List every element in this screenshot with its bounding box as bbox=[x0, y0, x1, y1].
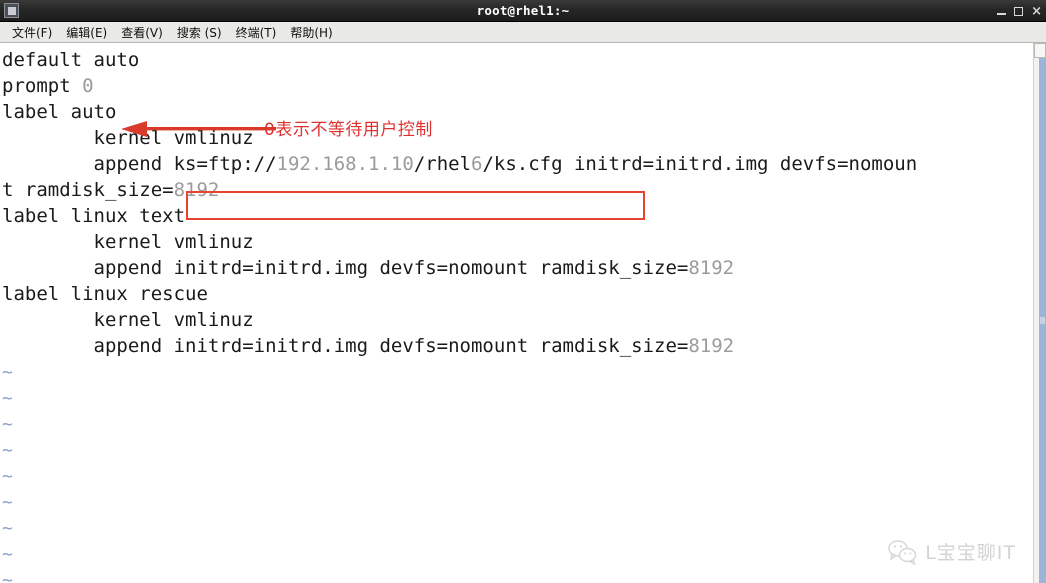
terminal-text-segment: append ks=ftp:// bbox=[2, 153, 277, 175]
terminal-line: label linux text bbox=[2, 203, 1046, 229]
terminal-line: append ks=ftp://192.168.1.10/rhel6/ks.cf… bbox=[2, 151, 1046, 177]
close-icon[interactable]: × bbox=[1031, 5, 1042, 18]
window-titlebar: root@rhel1:~ × bbox=[0, 0, 1046, 22]
terminal-text-segment: default auto bbox=[2, 49, 140, 71]
menu-item-0[interactable]: 文件(F) bbox=[5, 23, 59, 42]
scrollbar-marker bbox=[1040, 317, 1045, 324]
terminal-text-segment: kernel vmlinuz bbox=[2, 127, 254, 149]
terminal-line: kernel vmlinuz bbox=[2, 229, 1046, 255]
terminal-line: ~ bbox=[2, 489, 1046, 515]
terminal-text-segment: ~ bbox=[2, 492, 13, 513]
terminal-line: kernel vmlinuz bbox=[2, 125, 1046, 151]
terminal-text-segment: kernel vmlinuz bbox=[2, 231, 254, 253]
terminal-line: default auto bbox=[2, 47, 1046, 73]
terminal-text-segment: 192.168.1.10 bbox=[276, 153, 414, 175]
terminal-text-segment: /ks.cfg initrd=initrd.img devfs=nomoun bbox=[482, 153, 918, 175]
terminal-text-segment: 8192 bbox=[688, 257, 735, 279]
terminal-text-segment: label linux rescue bbox=[2, 283, 208, 305]
terminal-line: ~ bbox=[2, 411, 1046, 437]
terminal-line: append initrd=initrd.img devfs=nomount r… bbox=[2, 333, 1046, 359]
window-controls: × bbox=[997, 0, 1042, 22]
wechat-icon bbox=[888, 539, 917, 565]
scrollbar-thumb[interactable] bbox=[1034, 43, 1046, 58]
terminal-text-segment: ~ bbox=[2, 570, 13, 583]
maximize-icon[interactable] bbox=[1014, 6, 1024, 16]
menu-item-3[interactable]: 搜索 (S) bbox=[170, 23, 229, 42]
menu-item-4[interactable]: 终端(T) bbox=[229, 23, 284, 42]
terminal-text-segment: ~ bbox=[2, 518, 13, 539]
watermark: L宝宝聊IT bbox=[888, 538, 1016, 565]
terminal-text-segment: ~ bbox=[2, 414, 13, 435]
terminal-text-segment: label auto bbox=[2, 101, 117, 123]
terminal-text-segment: 6 bbox=[471, 153, 483, 175]
vim-buffer: default auto prompt 0 label auto kernel vm… bbox=[0, 47, 1046, 583]
terminal-text-segment: label linux text bbox=[2, 205, 186, 227]
terminal-line: ~ bbox=[2, 463, 1046, 489]
watermark-text: L宝宝聊IT bbox=[925, 542, 1016, 564]
menu-item-1[interactable]: 编辑(E) bbox=[59, 23, 114, 42]
terminal-text-segment: append initrd=initrd.img devfs=nomount r… bbox=[2, 257, 689, 279]
terminal-text-segment: ~ bbox=[2, 466, 13, 487]
terminal-text-segment: ~ bbox=[2, 544, 13, 565]
terminal-window: root@rhel1:~ × 文件(F) 编辑(E) 查看(V) 搜索 (S) 终端(T… bbox=[0, 0, 1046, 583]
annotation-note-text: 0表示不等待用户控制 bbox=[264, 120, 433, 140]
terminal-line: ~ bbox=[2, 567, 1046, 583]
terminal-line: ~ bbox=[2, 359, 1046, 385]
terminal-text-segment: ~ bbox=[2, 362, 13, 383]
terminal-line: prompt 0 bbox=[2, 73, 1046, 99]
terminal-text-segment: ~ bbox=[2, 440, 13, 461]
terminal-icon bbox=[4, 3, 19, 18]
terminal-line: label auto bbox=[2, 99, 1046, 125]
terminal-text-segment: kernel vmlinuz bbox=[2, 309, 254, 331]
terminal-text-segment: t ramdisk_size= bbox=[2, 179, 174, 201]
menu-bar: 文件(F) 编辑(E) 查看(V) 搜索 (S) 终端(T) 帮助(H) bbox=[0, 22, 1046, 43]
terminal-line: ~ bbox=[2, 437, 1046, 463]
terminal-line: label linux rescue bbox=[2, 281, 1046, 307]
window-title: root@rhel1:~ bbox=[476, 3, 570, 18]
vertical-scrollbar[interactable] bbox=[1033, 43, 1046, 583]
terminal-line: t ramdisk_size=8192 bbox=[2, 177, 1046, 203]
terminal-content-area[interactable]: default auto prompt 0 label auto kernel vm… bbox=[0, 43, 1046, 583]
terminal-text-segment: /rhel bbox=[413, 153, 472, 175]
terminal-text-segment: 0 bbox=[82, 75, 94, 97]
scrollbar-track[interactable] bbox=[1039, 43, 1046, 583]
terminal-line: ~ bbox=[2, 385, 1046, 411]
terminal-text-segment: ~ bbox=[2, 388, 13, 409]
terminal-text-segment: append initrd=initrd.img devfs=nomount r… bbox=[2, 335, 689, 357]
minimize-icon[interactable] bbox=[997, 7, 1007, 16]
terminal-line: append initrd=initrd.img devfs=nomount r… bbox=[2, 255, 1046, 281]
terminal-text-segment: prompt bbox=[2, 75, 83, 97]
menu-item-2[interactable]: 查看(V) bbox=[114, 23, 170, 42]
menu-item-5[interactable]: 帮助(H) bbox=[283, 23, 339, 42]
terminal-text-segment: 8192 bbox=[688, 335, 735, 357]
terminal-text-segment: 8192 bbox=[173, 179, 220, 201]
terminal-line: kernel vmlinuz bbox=[2, 307, 1046, 333]
